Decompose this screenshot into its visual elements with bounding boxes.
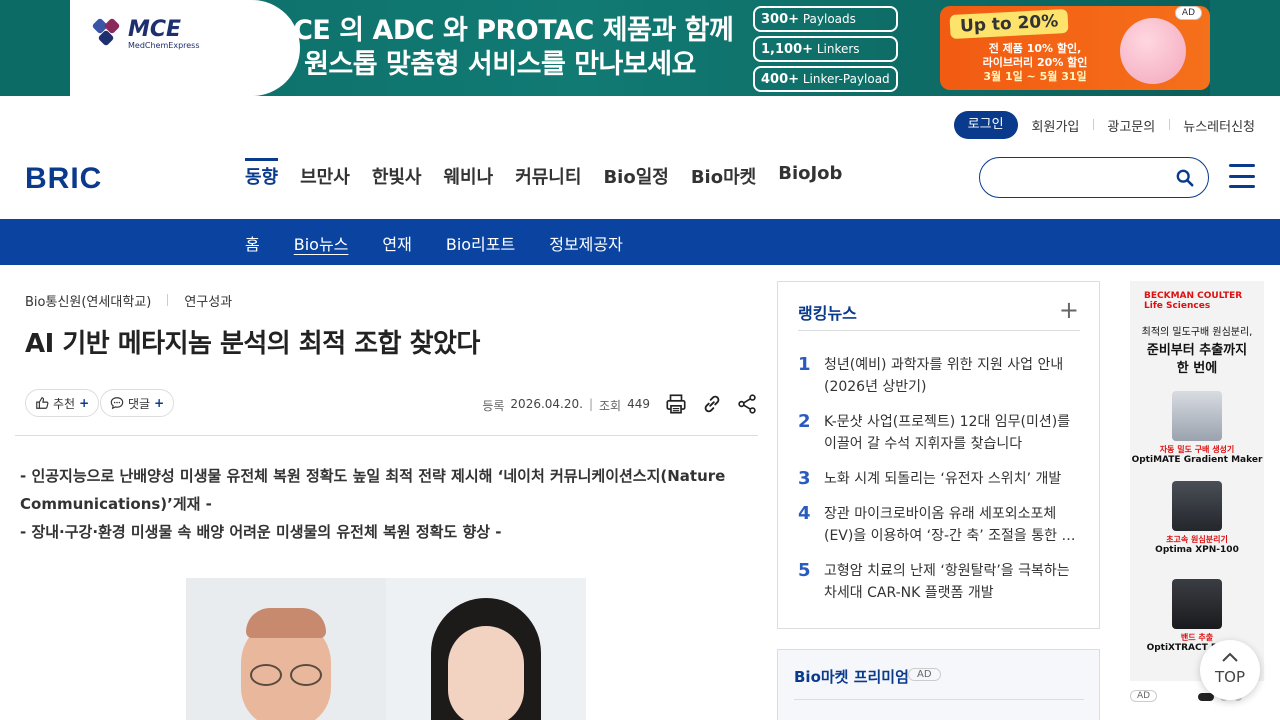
thumbs-up-icon [36, 397, 49, 409]
ad-badge: AD [1130, 690, 1158, 702]
researcher-photo-2 [386, 578, 586, 720]
summary-line-2: - 장내·구강·환경 미생물 속 배양 어려운 미생물의 유전체 복원 정확도 … [20, 523, 502, 541]
ad-inquiry-link[interactable]: 광고문의 [1093, 116, 1169, 135]
banner-pills: 300+ Payloads 1,100+ Linkers 400+ Linker… [753, 6, 898, 92]
side-ad-product: 초고속 원심분리기 Optima XPN-100 [1130, 481, 1264, 555]
divider [798, 330, 1080, 331]
article-title: AI 기반 메타지놈 분석의 최적 조합 찾았다 [25, 329, 480, 359]
nav-hanbitsa[interactable]: 한빛사 [372, 158, 422, 189]
article-source[interactable]: Bio통신원(연세대학교) [25, 291, 151, 310]
bio-market-premium: Bio마켓 프리미엄 AD [777, 649, 1100, 720]
divider [794, 699, 1084, 700]
plus-icon[interactable]: + [1059, 298, 1079, 322]
recommend-button[interactable]: 추천 + [25, 389, 100, 417]
ranking-item[interactable]: 5 고형암 치료의 난제 ‘항원탈락’을 극복하는 차세대 CAR-NK 플랫폼… [798, 560, 1080, 604]
article-meta: 등록 2026.04.20. | 조회 449 [482, 397, 650, 413]
search-icon[interactable] [1176, 169, 1194, 187]
comment-icon [110, 397, 124, 410]
ad-badge: AD [1174, 6, 1202, 20]
ranking-item[interactable]: 2 K-문샷 사업(프로젝트) 12대 임무(미션)를 이끌어 갈 수석 지휘자… [798, 411, 1080, 455]
banner-headline: MCE 의 ADC 와 PROTAC 제품과 함께 원스톱 맞춤형 서비스를 만… [265, 14, 735, 82]
divider [15, 435, 758, 436]
nav-community[interactable]: 커뮤니티 [515, 158, 581, 189]
nav-bio-market[interactable]: Bio마켓 [691, 158, 756, 189]
search-input[interactable] [996, 167, 1166, 189]
mce-logo: MCE MedChemExpress [91, 16, 200, 50]
top-banner[interactable]: MCE MedChemExpress MCE 의 ADC 와 PROTAC 제품… [0, 0, 1280, 96]
article-category[interactable]: 연구성과 [184, 291, 232, 310]
nav-bmansa[interactable]: 브만사 [300, 158, 350, 189]
side-ad-product: 밴드 추출 OptiXTRACT Recove [1130, 579, 1264, 653]
mce-brand: MCE [128, 16, 182, 42]
search-box [979, 157, 1209, 198]
banner-pill: 400+ Linker-Payload [753, 66, 898, 92]
subnav-home[interactable]: 홈 [245, 231, 260, 255]
site-logo[interactable]: BRIC [25, 162, 102, 196]
share-icon[interactable] [736, 393, 758, 415]
nav-bio-schedule[interactable]: Bio일정 [603, 158, 668, 189]
nav-webinar[interactable]: 웨비나 [444, 158, 494, 189]
signup-link[interactable]: 회원가입 [1018, 116, 1094, 135]
researcher-photo-1 [186, 578, 386, 720]
newsletter-link[interactable]: 뉴스레터신청 [1169, 116, 1255, 135]
link-icon[interactable] [701, 393, 723, 415]
chevron-up-icon [1222, 652, 1238, 662]
mce-brand-sub: MedChemExpress [128, 40, 200, 50]
article-views: 449 [627, 397, 650, 411]
ranking-news-panel: 랭킹뉴스 + 1 청년(예비) 과학자를 위한 지원 사업 안내 (2026년 … [777, 281, 1100, 629]
print-icon[interactable] [665, 393, 687, 415]
subnav-bio-report[interactable]: Bio리포트 [446, 231, 515, 255]
main-nav: 동향 브만사 한빛사 웨비나 커뮤니티 Bio일정 Bio마켓 BioJob [245, 158, 842, 189]
subnav-providers[interactable]: 정보제공자 [549, 231, 623, 255]
utility-nav: 로그인 회원가입 광고문의 뉴스레터신청 [953, 111, 1255, 139]
nav-trends[interactable]: 동향 [245, 158, 279, 189]
banner-pill: 300+ Payloads [753, 6, 898, 32]
banner-pill: 1,100+ Linkers [753, 36, 898, 62]
subnav-series[interactable]: 연재 [382, 231, 411, 255]
sub-nav: 홈 Bio뉴스 연재 Bio리포트 정보제공자 [0, 219, 1280, 265]
mce-hex-icon [91, 17, 122, 50]
scroll-top-button[interactable]: TOP [1200, 640, 1260, 700]
nav-biojob[interactable]: BioJob [778, 158, 842, 189]
banner-headline-line1: MCE 의 ADC 와 PROTAC 제품과 함께 [266, 15, 734, 46]
menu-icon[interactable] [1229, 164, 1255, 188]
mascot-illustration [1120, 18, 1186, 84]
promo-badge: Up to 20% [949, 8, 1069, 40]
ranking-item[interactable]: 1 청년(예비) 과학자를 위한 지원 사업 안내 (2026년 상반기) [798, 354, 1080, 398]
breadcrumb: Bio통신원(연세대학교) 연구성과 [25, 291, 232, 310]
banner-headline-line2: 원스톱 맞춤형 서비스를 만나보세요 [304, 49, 696, 80]
summary-line-1: - 인공지능으로 난배양성 미생물 유전체 복원 정확도 높일 최적 전략 제시… [20, 467, 726, 513]
ranking-title[interactable]: 랭킹뉴스 [798, 300, 857, 324]
banner-ad[interactable]: MCE MedChemExpress MCE 의 ADC 와 PROTAC 제품… [70, 0, 1210, 96]
side-ad-product: 자동 밀도 구배 생성기 OptiMATE Gradient Maker [1130, 391, 1264, 465]
premium-title[interactable]: Bio마켓 프리미엄 [794, 666, 909, 687]
article-summary: - 인공지능으로 난배양성 미생물 유전체 복원 정확도 높일 최적 전략 제시… [20, 462, 740, 546]
subnav-bio-news[interactable]: Bio뉴스 [294, 231, 349, 255]
ranking-item[interactable]: 3 노화 시계 되돌리는 ‘유전자 스위치’ 개발 [798, 468, 1080, 490]
ad-badge: AD [908, 668, 941, 681]
banner-promo: Up to 20% 전 제품 10% 할인, 라이브러리 20% 할인 3월 1… [940, 6, 1210, 90]
article-photo [186, 578, 586, 720]
comment-button[interactable]: 댓글 + [100, 389, 175, 417]
promo-text: 전 제품 10% 할인, 라이브러리 20% 할인 3월 1일 ~ 5월 31일 [982, 42, 1088, 83]
ranking-item[interactable]: 4 장관 마이크로바이옴 유래 세포외소포체 (EV)을 이용하여 ‘장-간 축… [798, 503, 1080, 547]
beckman-logo: BECKMAN COULTER Life Sciences [1144, 291, 1243, 311]
side-ad[interactable]: BECKMAN COULTER Life Sciences 최적의 밀도구배 원… [1130, 281, 1264, 681]
login-button[interactable]: 로그인 [953, 111, 1018, 139]
article-date: 2026.04.20. [510, 397, 583, 411]
